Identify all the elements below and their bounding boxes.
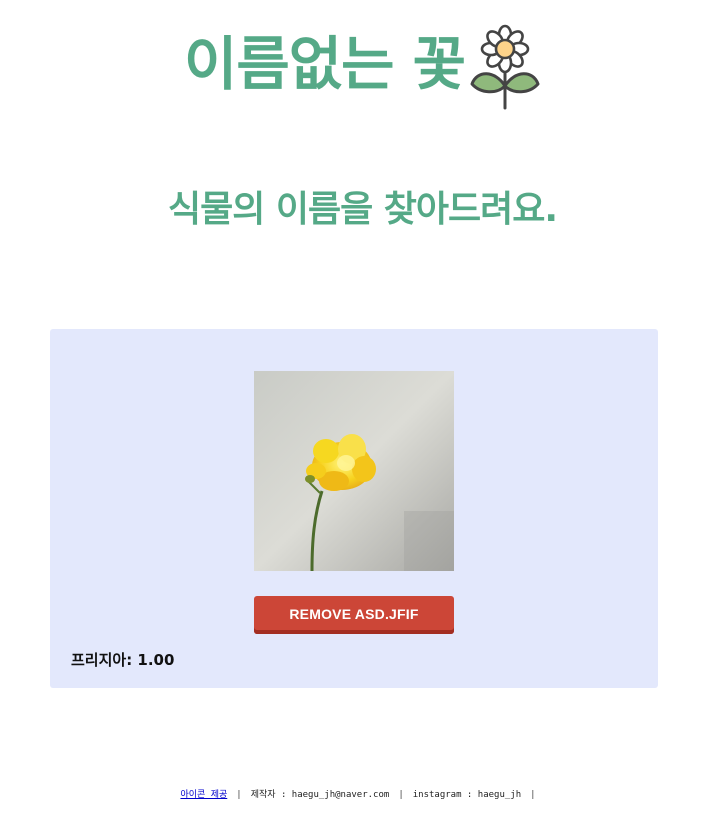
- remove-file-button[interactable]: REMOVE ASD.JFIF: [254, 596, 454, 634]
- page-subtitle: 식물의 이름을 찾아드려요.: [167, 189, 558, 230]
- icon-credit-link[interactable]: 아이콘 제공: [180, 790, 227, 800]
- footer-divider: |: [398, 790, 404, 800]
- uploaded-flower-image: [254, 371, 454, 571]
- title-wrap: 이름없는 꽃: [184, 18, 541, 110]
- app-title: 이름없는 꽃: [184, 30, 466, 98]
- flower-icon: [470, 24, 540, 110]
- site-header: 이름없는 꽃: [0, 18, 725, 110]
- footer-divider: |: [530, 790, 536, 800]
- author-info: 제작자 : haegu_jh@naver.com: [250, 790, 390, 800]
- prediction-result: 프리지아: 1.00: [71, 651, 175, 669]
- instagram-info: instagram : haegu_jh: [412, 790, 522, 800]
- site-footer: 아이콘 제공 | 제작자 : haegu_jh@naver.com | instagra…: [0, 787, 725, 800]
- upload-card: REMOVE ASD.JFIF 프리지아: 1.00: [50, 329, 658, 688]
- footer-divider: |: [236, 790, 242, 800]
